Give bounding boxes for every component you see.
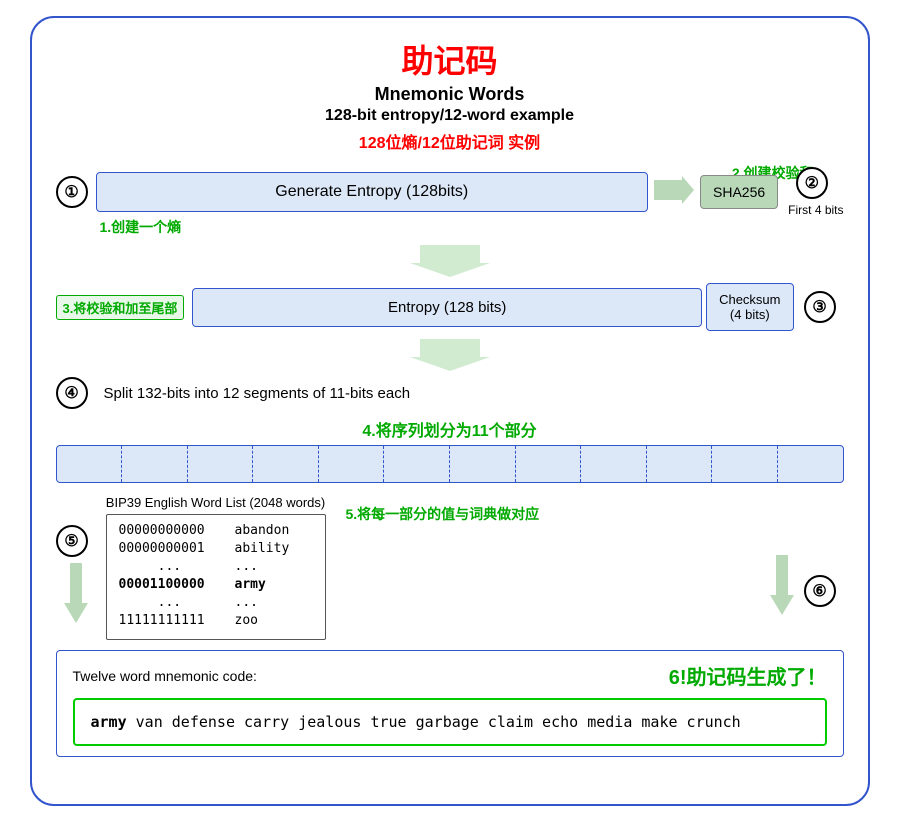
- down-arrow-right-icon: [770, 555, 794, 620]
- wl-code-2: 00000000001: [119, 541, 219, 556]
- segments-bar: [56, 445, 844, 483]
- step2-area: ② First 4 bits: [788, 167, 843, 217]
- step2-circle: ②: [796, 167, 828, 199]
- title-zh: 助记码: [56, 36, 844, 82]
- step5-circle: ⑤: [56, 525, 88, 557]
- checksum-box: Checksum(4 bits): [706, 283, 793, 331]
- wl-code-zoo: 11111111111: [119, 613, 219, 628]
- wl-word-zoo: zoo: [235, 613, 258, 628]
- wl-word-dots2: ...: [235, 595, 258, 610]
- bottom-section: Twelve word mnemonic code: 6!助记码生成了！ arm…: [56, 650, 844, 757]
- step5-left: ⑤: [56, 525, 96, 628]
- segment-3: [188, 446, 254, 482]
- segment-11: [712, 446, 778, 482]
- segment-2: [122, 446, 188, 482]
- word-row-1: 00000000000 abandon: [119, 523, 313, 538]
- step3-circle: ③: [804, 291, 844, 323]
- step3-row: 3.将校验和加至尾部 Entropy (128 bits) Checksum(4…: [56, 283, 844, 331]
- wl-code-1: 00000000000: [119, 523, 219, 538]
- step1-circle: ①: [56, 176, 88, 208]
- segment-4: [253, 446, 319, 482]
- segment-6: [384, 446, 450, 482]
- main-container: 助记码 Mnemonic Words 128-bit entropy/12-wo…: [30, 16, 870, 806]
- word-row-4: 00001100000 army: [119, 577, 313, 592]
- step4-label: 4.将序列划分为11个部分: [56, 417, 844, 441]
- mnemonic-rest: van defense carry jealous true garbage c…: [127, 713, 741, 731]
- bip39-label: BIP39 English Word List (2048 words): [106, 495, 326, 510]
- entropy-128-box: Entropy (128 bits): [192, 288, 702, 327]
- wl-code-army: 00001100000: [119, 577, 219, 592]
- title-zh2: 128位熵/12位助记词 实例: [56, 129, 844, 153]
- word-row-6: 11111111111 zoo: [119, 613, 313, 628]
- step4-row: ④ Split 132-bits into 12 segments of 11-…: [56, 377, 844, 409]
- big-down-arrow2-icon: [410, 339, 490, 371]
- wl-word-army: army: [235, 577, 266, 592]
- first4bits-label: First 4 bits: [788, 203, 843, 217]
- title-en1: Mnemonic Words: [56, 84, 844, 105]
- step4-circle: ④: [56, 377, 88, 409]
- wl-code-dots2: ...: [119, 595, 219, 610]
- word-list-box: 00000000000 abandon 00000000001 ability …: [106, 514, 326, 640]
- big-down-arrow-icon: [410, 245, 490, 277]
- wl-word-1: abandon: [235, 523, 290, 538]
- label-dict-match: 5.将每一部分的值与词典做对应: [346, 505, 844, 525]
- segment-1: [57, 446, 123, 482]
- step6-result-label: 6!助记码生成了！: [669, 661, 827, 690]
- down-arrow-left-icon: [64, 563, 88, 628]
- bottom-header: Twelve word mnemonic code: 6!助记码生成了！: [73, 661, 827, 690]
- twelve-word-label: Twelve word mnemonic code:: [73, 668, 257, 684]
- label-create-entropy: 1.创建一个熵: [100, 217, 182, 237]
- word-list-container: BIP39 English Word List (2048 words) 000…: [106, 495, 326, 640]
- sha256-box: SHA256: [700, 175, 778, 209]
- step4-desc: Split 132-bits into 12 segments of 11-bi…: [104, 385, 411, 402]
- checksum-label: Checksum(4 bits): [719, 292, 780, 322]
- mnemonic-box: army van defense carry jealous true garb…: [73, 698, 827, 746]
- word-row-2: 00000000001 ability: [119, 541, 313, 556]
- step5-right: 5.将每一部分的值与词典做对应 ⑥: [336, 495, 844, 620]
- word-row-5: ... ...: [119, 595, 313, 610]
- word-row-3: ... ...: [119, 559, 313, 574]
- wl-code-dots1: ...: [119, 559, 219, 574]
- label-add-checksum: 3.将校验和加至尾部: [56, 295, 185, 320]
- segment-9: [581, 446, 647, 482]
- arrow-right-icon: [654, 176, 694, 209]
- wl-word-dots1: ...: [235, 559, 258, 574]
- step6-and-arrow: ⑥: [336, 545, 844, 620]
- title-en2: 128-bit entropy/12-word example: [56, 107, 844, 125]
- mnemonic-bold-word: army: [91, 713, 127, 731]
- step5-area: ⑤ BIP39 English Word List (2048 words) 0…: [56, 495, 844, 640]
- segment-7: [450, 446, 516, 482]
- segment-10: [647, 446, 713, 482]
- generate-entropy-box: Generate Entropy (128bits): [96, 172, 649, 212]
- wl-word-2: ability: [235, 541, 290, 556]
- segment-5: [319, 446, 385, 482]
- segment-12: [778, 446, 843, 482]
- segment-8: [516, 446, 582, 482]
- step1-row: ① Generate Entropy (128bits) SHA256 ② Fi…: [56, 167, 844, 217]
- sha256-label: SHA256: [713, 184, 765, 200]
- step6-circle: ⑥: [804, 575, 836, 607]
